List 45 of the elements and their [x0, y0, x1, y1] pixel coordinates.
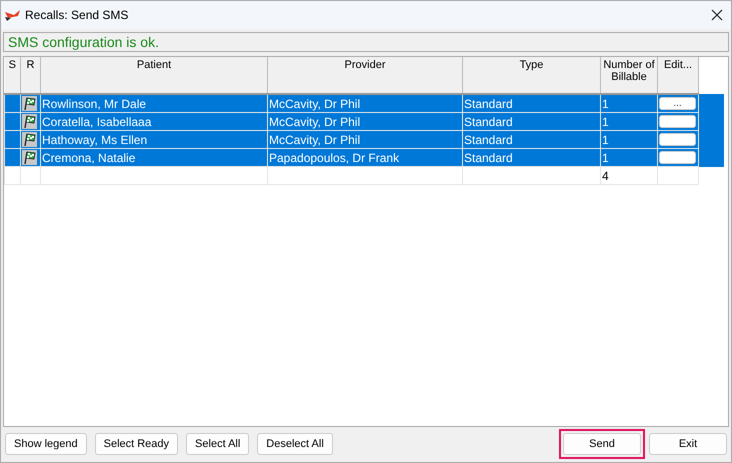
edit-button[interactable] — [659, 115, 696, 128]
flag-icon — [22, 150, 37, 165]
table-cell: Standard — [462, 112, 600, 130]
table-cell: McCavity, Dr Phil — [268, 130, 462, 148]
row-selector[interactable] — [4, 130, 20, 148]
table-cell: McCavity, Dr Phil — [268, 94, 462, 112]
edit-button[interactable]: ... — [659, 97, 696, 110]
edit-button[interactable] — [659, 133, 696, 146]
table-cell: 1 — [600, 130, 658, 148]
window-title: Recalls: Send SMS — [25, 8, 130, 22]
table-cell: Cremona, Natalie — [40, 148, 268, 166]
flag-icon — [22, 132, 37, 147]
flag-icon — [22, 114, 37, 129]
action-button[interactable]: Select Ready — [94, 433, 178, 455]
column-header[interactable]: Provider — [268, 57, 462, 94]
table-cell: Papadopoulos, Dr Frank — [268, 148, 462, 166]
table-cell: Standard — [462, 148, 600, 166]
table-cell: Coratella, Isabellaaa — [40, 112, 268, 130]
table-cell: 4 — [600, 166, 658, 184]
action-button[interactable]: Exit — [649, 433, 727, 455]
table-cell: Rowlinson, Mr Dale — [40, 94, 268, 112]
edit-button[interactable] — [659, 151, 696, 164]
flag-icon — [22, 96, 37, 111]
action-button[interactable]: Select All — [186, 433, 250, 455]
column-header[interactable]: Number of Billable — [600, 57, 658, 94]
action-button[interactable]: Deselect All — [257, 433, 333, 455]
column-header[interactable]: Edit... — [658, 57, 698, 94]
table-cell: 1 — [600, 112, 658, 130]
column-header[interactable]: Patient — [40, 57, 268, 94]
table-cell: 1 — [600, 94, 658, 112]
app-logo-icon — [5, 9, 21, 21]
column-header[interactable]: R — [20, 57, 40, 94]
table-cell: 1 — [600, 148, 658, 166]
table-cell: Hathoway, Ms Ellen — [40, 130, 268, 148]
table-cell: Standard — [462, 130, 600, 148]
row-selector[interactable] — [4, 112, 20, 130]
table-cell: Standard — [462, 94, 600, 112]
column-header[interactable]: S — [4, 57, 20, 94]
column-header[interactable]: Type — [462, 57, 600, 94]
row-selector[interactable] — [4, 94, 20, 112]
status-message: SMS configuration is ok. — [3, 32, 729, 52]
action-button[interactable]: Show legend — [5, 433, 87, 455]
action-button[interactable]: Send — [563, 433, 641, 455]
row-selector[interactable] — [4, 148, 20, 166]
table-cell: McCavity, Dr Phil — [268, 112, 462, 130]
